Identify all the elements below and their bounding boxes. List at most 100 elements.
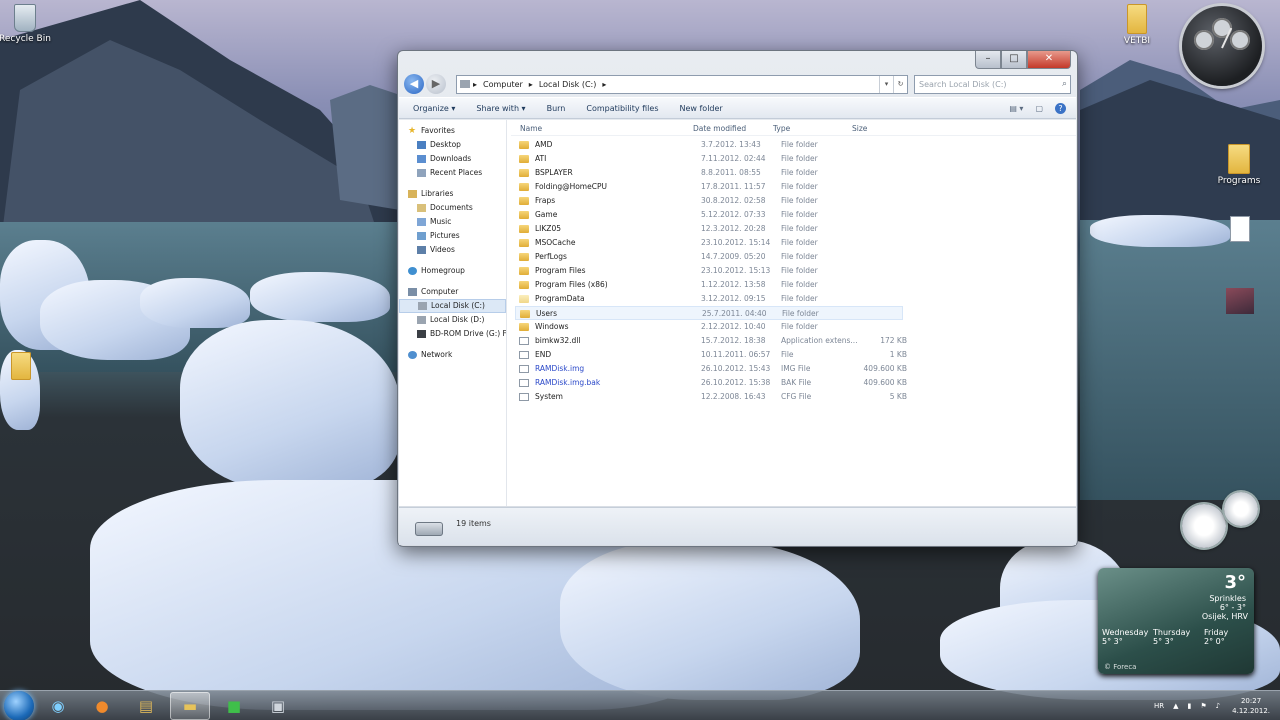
file-row[interactable]: PerfLogs 14.7.2009. 05:20 File folder [515, 250, 903, 264]
file-row[interactable]: Program Files (x86) 1.12.2012. 13:58 File … [515, 278, 903, 292]
volume-icon[interactable]: ♪ [1216, 702, 1220, 710]
folder-icon [519, 267, 529, 275]
nav-local-disk-c[interactable]: Local Disk (C:) [399, 299, 506, 313]
nav-favorites[interactable]: ★ Favorites [399, 124, 506, 138]
nav-downloads[interactable]: Downloads [399, 152, 506, 166]
programs-folder-icon[interactable]: Programs [1204, 144, 1274, 186]
desktop-icon [417, 141, 426, 149]
breadcrumb-computer[interactable]: Computer [483, 80, 523, 89]
nav-bd-rom-drive[interactable]: BD-ROM Drive (G:) F [399, 327, 506, 341]
file-date: 1.12.2012. 13:58 [701, 280, 766, 289]
folder-icon [519, 141, 529, 149]
compatibility-files-button[interactable]: Compatibility files [586, 104, 658, 113]
folder-icon [519, 323, 529, 331]
nav-computer[interactable]: Computer [399, 285, 506, 299]
forward-arrow-icon[interactable]: ▶ [426, 74, 446, 94]
file-row[interactable]: LIKZ05 12.3.2012. 20:28 File folder [515, 222, 903, 236]
back-arrow-icon[interactable]: ◀ [404, 74, 424, 94]
file-row[interactable]: Windows 2.12.2012. 10:40 File folder [515, 320, 903, 334]
nav-homegroup[interactable]: Homegroup [399, 264, 506, 278]
clock-gadget[interactable] [1182, 6, 1262, 86]
maximize-button[interactable]: □ [1001, 51, 1027, 69]
file-row[interactable]: END 10.11.2011. 06:57 File 1 KB [515, 348, 907, 362]
start-button[interactable] [4, 690, 34, 720]
file-type: File folder [781, 322, 818, 331]
file-row[interactable]: Game 5.12.2012. 07:33 File folder [515, 208, 903, 222]
weather-location: Osijek, HRV [1201, 612, 1248, 621]
network-tray-icon[interactable]: ▮ [1188, 702, 1192, 710]
nav-videos[interactable]: Videos [399, 243, 506, 257]
file-row[interactable]: MSOCache 23.10.2012. 15:14 File folder [515, 236, 903, 250]
column-type[interactable]: Type [773, 124, 790, 133]
computer-icon [408, 288, 417, 296]
language-indicator[interactable]: HR [1154, 702, 1164, 710]
taskbar-utorrent-icon[interactable]: ■ [214, 692, 254, 720]
file-row[interactable]: BSPLAYER 8.8.2011. 08:55 File folder [515, 166, 903, 180]
taskbar-monitor-icon[interactable]: ▣ [258, 692, 298, 720]
refresh-icon[interactable]: ↻ [893, 75, 907, 93]
views-icon[interactable]: ▤ ▾ [1009, 104, 1023, 113]
burn-button[interactable]: Burn [547, 104, 566, 113]
cpu-meter-gadget[interactable] [1182, 492, 1268, 550]
taskbar-explorer-icon[interactable]: ▬ [170, 691, 210, 720]
file-name: Folding@HomeCPU [535, 182, 607, 191]
file-row[interactable]: bimkw32.dll 15.7.2012. 18:38 Application e… [515, 334, 907, 348]
nav-documents[interactable]: Documents [399, 201, 506, 215]
close-button[interactable]: ✕ [1027, 51, 1071, 69]
music-icon [417, 218, 426, 226]
file-row[interactable]: AMD 3.7.2012. 13:43 File folder [515, 138, 903, 152]
clock-subdial-icon [1194, 30, 1214, 50]
desktop-document-icon[interactable] [1205, 216, 1275, 244]
new-folder-button[interactable]: New folder [679, 104, 722, 113]
nav-local-disk-d[interactable]: Local Disk (D:) [399, 313, 506, 327]
file-row[interactable]: ATI 7.11.2012. 02:44 File folder [515, 152, 903, 166]
minimize-button[interactable]: – [975, 51, 1001, 69]
tray-arrow-icon[interactable]: ▲ [1173, 702, 1178, 710]
address-dropdown-icon[interactable]: ▾ [879, 75, 893, 93]
file-date: 10.11.2011. 06:57 [701, 350, 771, 359]
file-name: END [535, 350, 552, 359]
file-row[interactable]: Fraps 30.8.2012. 02:58 File folder [515, 194, 903, 208]
file-row[interactable]: System 12.2.2008. 16:43 CFG File 5 KB [515, 390, 907, 404]
breadcrumb-separator: ▸ [473, 79, 478, 89]
taskbar-media-center-icon[interactable]: ◉ [38, 692, 78, 720]
nav-network[interactable]: Network [399, 348, 506, 362]
recycle-bin-icon[interactable]: Recycle Bin [0, 4, 60, 44]
desktop-image-icon[interactable] [1205, 288, 1275, 316]
vetbi-folder-icon[interactable]: VETBI [1102, 4, 1172, 46]
breadcrumb-local-disk[interactable]: Local Disk (C:) [539, 80, 597, 89]
nav-pictures[interactable]: Pictures [399, 229, 506, 243]
optical-drive-icon [417, 330, 426, 338]
file-row[interactable]: Program Files 23.10.2012. 15:13 File folde… [515, 264, 903, 278]
column-date-modified[interactable]: Date modified [693, 124, 746, 133]
file-row[interactable]: ProgramData 3.12.2012. 09:15 File folder [515, 292, 903, 306]
nav-libraries[interactable]: Libraries [399, 187, 506, 201]
search-input[interactable]: Search Local Disk (C:) ⌕ [914, 74, 1071, 94]
weather-gadget[interactable]: 3° Sprinkles 6° - 3° Osijek, HRV Wednesd… [1098, 568, 1254, 674]
column-name[interactable]: Name [520, 124, 542, 133]
file-name: bimkw32.dll [535, 336, 581, 345]
file-row[interactable]: Folding@HomeCPU 17.8.2011. 11:57 File fold… [515, 180, 903, 194]
address-bar[interactable]: ▸ Computer ▸ Local Disk (C:) ▸ ▾ ↻ [456, 74, 908, 94]
preview-pane-icon[interactable]: ▢ [1035, 104, 1043, 113]
file-row[interactable]: RAMDisk.img 26.10.2012. 15:43 IMG File 409.… [515, 362, 907, 376]
organize-button[interactable]: Organize ▾ [413, 104, 455, 113]
folder-icon [1127, 4, 1147, 34]
column-size[interactable]: Size [852, 124, 867, 133]
help-icon[interactable]: ? [1055, 102, 1066, 114]
desktop-folder-left-icon[interactable] [0, 352, 56, 382]
tray-clock[interactable]: 20:27 4.12.2012. [1232, 696, 1270, 716]
nav-desktop[interactable]: Desktop [399, 138, 506, 152]
taskbar-winrar-icon[interactable]: ▤ [126, 692, 166, 720]
nav-music[interactable]: Music [399, 215, 506, 229]
share-with-button[interactable]: Share with ▾ [476, 104, 525, 113]
search-icon[interactable]: ⌕ [1062, 79, 1067, 89]
nav-recent-places[interactable]: Recent Places [399, 166, 506, 180]
file-type: BAK File [781, 378, 812, 387]
taskbar-firefox-icon[interactable]: ● [82, 692, 122, 720]
weather-temp: 3° [1224, 572, 1246, 593]
flag-icon[interactable]: ⚑ [1200, 702, 1206, 710]
file-row[interactable]: RAMDisk.img.bak 26.10.2012. 15:38 BAK File… [515, 376, 907, 390]
file-row[interactable]: Users 25.7.2011. 04:40 File folder [515, 306, 903, 320]
folder-icon [519, 211, 529, 219]
